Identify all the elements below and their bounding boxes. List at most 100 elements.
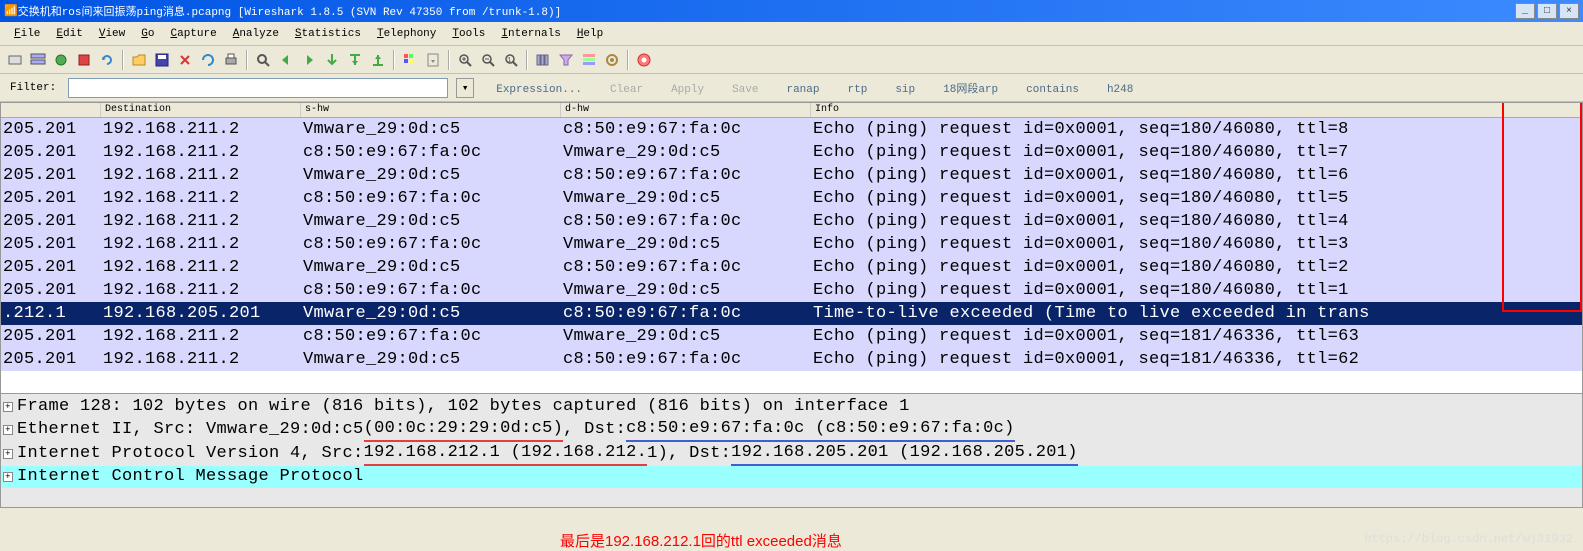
expand-icon[interactable]: + — [3, 472, 13, 482]
reload-icon[interactable] — [197, 49, 219, 71]
print-icon[interactable] — [220, 49, 242, 71]
filter-link-clear[interactable]: Clear — [596, 84, 657, 96]
open-icon[interactable] — [128, 49, 150, 71]
expand-icon[interactable]: + — [3, 402, 13, 412]
filter-link-save[interactable]: Save — [718, 84, 772, 96]
restart-capture-icon[interactable] — [96, 49, 118, 71]
menu-capture[interactable]: Capture — [162, 26, 224, 42]
prefs-icon[interactable] — [601, 49, 623, 71]
filter-link-contains[interactable]: contains — [1012, 84, 1093, 96]
packet-row[interactable]: 205.201192.168.211.2c8:50:e9:67:fa:0cVmw… — [1, 187, 1582, 210]
packet-row[interactable]: 205.201192.168.211.2c8:50:e9:67:fa:0cVmw… — [1, 325, 1582, 348]
cell-info: Echo (ping) request id=0x0001, seq=180/4… — [813, 212, 1582, 231]
cell-dhw: c8:50:e9:67:fa:0c — [563, 120, 813, 139]
interfaces-icon[interactable] — [4, 49, 26, 71]
menu-tools[interactable]: Tools — [444, 26, 493, 42]
cell-no: 205.201 — [3, 120, 103, 139]
packet-list-pane[interactable]: Destination s-hw d-hw Info 205.201192.16… — [0, 102, 1583, 394]
start-capture-icon[interactable] — [50, 49, 72, 71]
menu-telephony[interactable]: Telephony — [369, 26, 444, 42]
detail-ethernet[interactable]: +Ethernet II, Src: Vmware_29:0d:c5 (00:0… — [1, 418, 1582, 442]
cell-shw: Vmware_29:0d:c5 — [303, 166, 563, 185]
detail-frame[interactable]: +Frame 128: 102 bytes on wire (816 bits)… — [1, 396, 1582, 418]
zoom-in-icon[interactable] — [454, 49, 476, 71]
filter-link-18arp[interactable]: 18网段arp — [929, 84, 1012, 96]
find-icon[interactable] — [252, 49, 274, 71]
cell-shw: c8:50:e9:67:fa:0c — [303, 281, 563, 300]
go-back-icon[interactable] — [275, 49, 297, 71]
window-title: 交换机和ros间来回振荡ping消息.pcapng [Wireshark 1.8… — [18, 3, 1515, 19]
menu-view[interactable]: View — [91, 26, 133, 42]
close-button[interactable]: × — [1559, 3, 1579, 19]
filters-icon[interactable] — [555, 49, 577, 71]
cell-info: Echo (ping) request id=0x0001, seq=180/4… — [813, 120, 1582, 139]
cell-no: 205.201 — [3, 143, 103, 162]
detail-ip[interactable]: +Internet Protocol Version 4, Src: 192.1… — [1, 442, 1582, 466]
packet-row[interactable]: 205.201192.168.211.2Vmware_29:0d:c5c8:50… — [1, 348, 1582, 371]
close-file-icon[interactable] — [174, 49, 196, 71]
filter-toolbar: Filter: ▾ Expression...ClearApplySaveran… — [0, 74, 1583, 102]
col-info[interactable]: Info — [811, 103, 1582, 117]
coloring-rules-icon[interactable] — [578, 49, 600, 71]
expand-icon[interactable]: + — [3, 449, 13, 459]
go-last-icon[interactable] — [367, 49, 389, 71]
zoom-out-icon[interactable] — [477, 49, 499, 71]
maximize-button[interactable]: □ — [1537, 3, 1557, 19]
filter-link-ranap[interactable]: ranap — [772, 84, 833, 96]
cell-shw: c8:50:e9:67:fa:0c — [303, 189, 563, 208]
stop-capture-icon[interactable] — [73, 49, 95, 71]
filter-input[interactable] — [68, 78, 448, 98]
go-to-icon[interactable] — [321, 49, 343, 71]
zoom-reset-icon[interactable]: 1 — [500, 49, 522, 71]
menu-internals[interactable]: Internals — [493, 26, 568, 42]
menu-analyze[interactable]: Analyze — [225, 26, 287, 42]
go-forward-icon[interactable] — [298, 49, 320, 71]
packet-row[interactable]: 205.201192.168.211.2Vmware_29:0d:c5c8:50… — [1, 118, 1582, 141]
col-header[interactable] — [1, 103, 101, 117]
go-first-icon[interactable] — [344, 49, 366, 71]
cell-dhw: Vmware_29:0d:c5 — [563, 143, 813, 162]
packet-row[interactable]: 205.201192.168.211.2Vmware_29:0d:c5c8:50… — [1, 210, 1582, 233]
save-icon[interactable] — [151, 49, 173, 71]
help-icon[interactable] — [633, 49, 655, 71]
packet-row[interactable]: .212.1192.168.205.201Vmware_29:0d:c5c8:5… — [1, 302, 1582, 325]
packet-row[interactable]: 205.201192.168.211.2c8:50:e9:67:fa:0cVmw… — [1, 233, 1582, 256]
packet-details-pane[interactable]: +Frame 128: 102 bytes on wire (816 bits)… — [0, 394, 1583, 508]
cell-info: Echo (ping) request id=0x0001, seq=180/4… — [813, 281, 1582, 300]
cell-shw: Vmware_29:0d:c5 — [303, 120, 563, 139]
menu-go[interactable]: Go — [133, 26, 162, 42]
minimize-button[interactable]: _ — [1515, 3, 1535, 19]
expand-icon[interactable]: + — [3, 425, 13, 435]
menu-statistics[interactable]: Statistics — [287, 26, 369, 42]
cell-dhw: Vmware_29:0d:c5 — [563, 235, 813, 254]
menu-edit[interactable]: Edit — [48, 26, 90, 42]
filter-link-apply[interactable]: Apply — [657, 84, 718, 96]
packet-row[interactable]: 205.201192.168.211.2Vmware_29:0d:c5c8:50… — [1, 164, 1582, 187]
filter-link-sip[interactable]: sip — [881, 84, 929, 96]
packet-row[interactable]: 205.201192.168.211.2Vmware_29:0d:c5c8:50… — [1, 256, 1582, 279]
filter-link-h248[interactable]: h248 — [1093, 84, 1147, 96]
cell-no: 205.201 — [3, 189, 103, 208]
options-icon[interactable] — [27, 49, 49, 71]
cell-no: 205.201 — [3, 281, 103, 300]
col-shw[interactable]: s-hw — [301, 103, 561, 117]
colorize-icon[interactable] — [399, 49, 421, 71]
cell-dst: 192.168.211.2 — [103, 327, 303, 346]
packet-row[interactable]: 205.201192.168.211.2c8:50:e9:67:fa:0cVmw… — [1, 279, 1582, 302]
filter-dropdown-icon[interactable]: ▾ — [456, 78, 474, 98]
menu-file[interactable]: File — [6, 26, 48, 42]
cell-dhw: c8:50:e9:67:fa:0c — [563, 166, 813, 185]
col-dhw[interactable]: d-hw — [561, 103, 811, 117]
cell-dst: 192.168.211.2 — [103, 120, 303, 139]
cell-no: .212.1 — [3, 304, 103, 323]
detail-icmp[interactable]: +Internet Control Message Protocol — [1, 466, 1582, 488]
col-destination[interactable]: Destination — [101, 103, 301, 117]
filter-link-rtp[interactable]: rtp — [834, 84, 882, 96]
menu-help[interactable]: Help — [569, 26, 611, 42]
filter-link-expression[interactable]: Expression... — [482, 84, 596, 96]
packet-row[interactable]: 205.201192.168.211.2c8:50:e9:67:fa:0cVmw… — [1, 141, 1582, 164]
autoscroll-icon[interactable] — [422, 49, 444, 71]
resize-cols-icon[interactable] — [532, 49, 554, 71]
cell-info: Echo (ping) request id=0x0001, seq=180/4… — [813, 235, 1582, 254]
cell-dst: 192.168.205.201 — [103, 304, 303, 323]
